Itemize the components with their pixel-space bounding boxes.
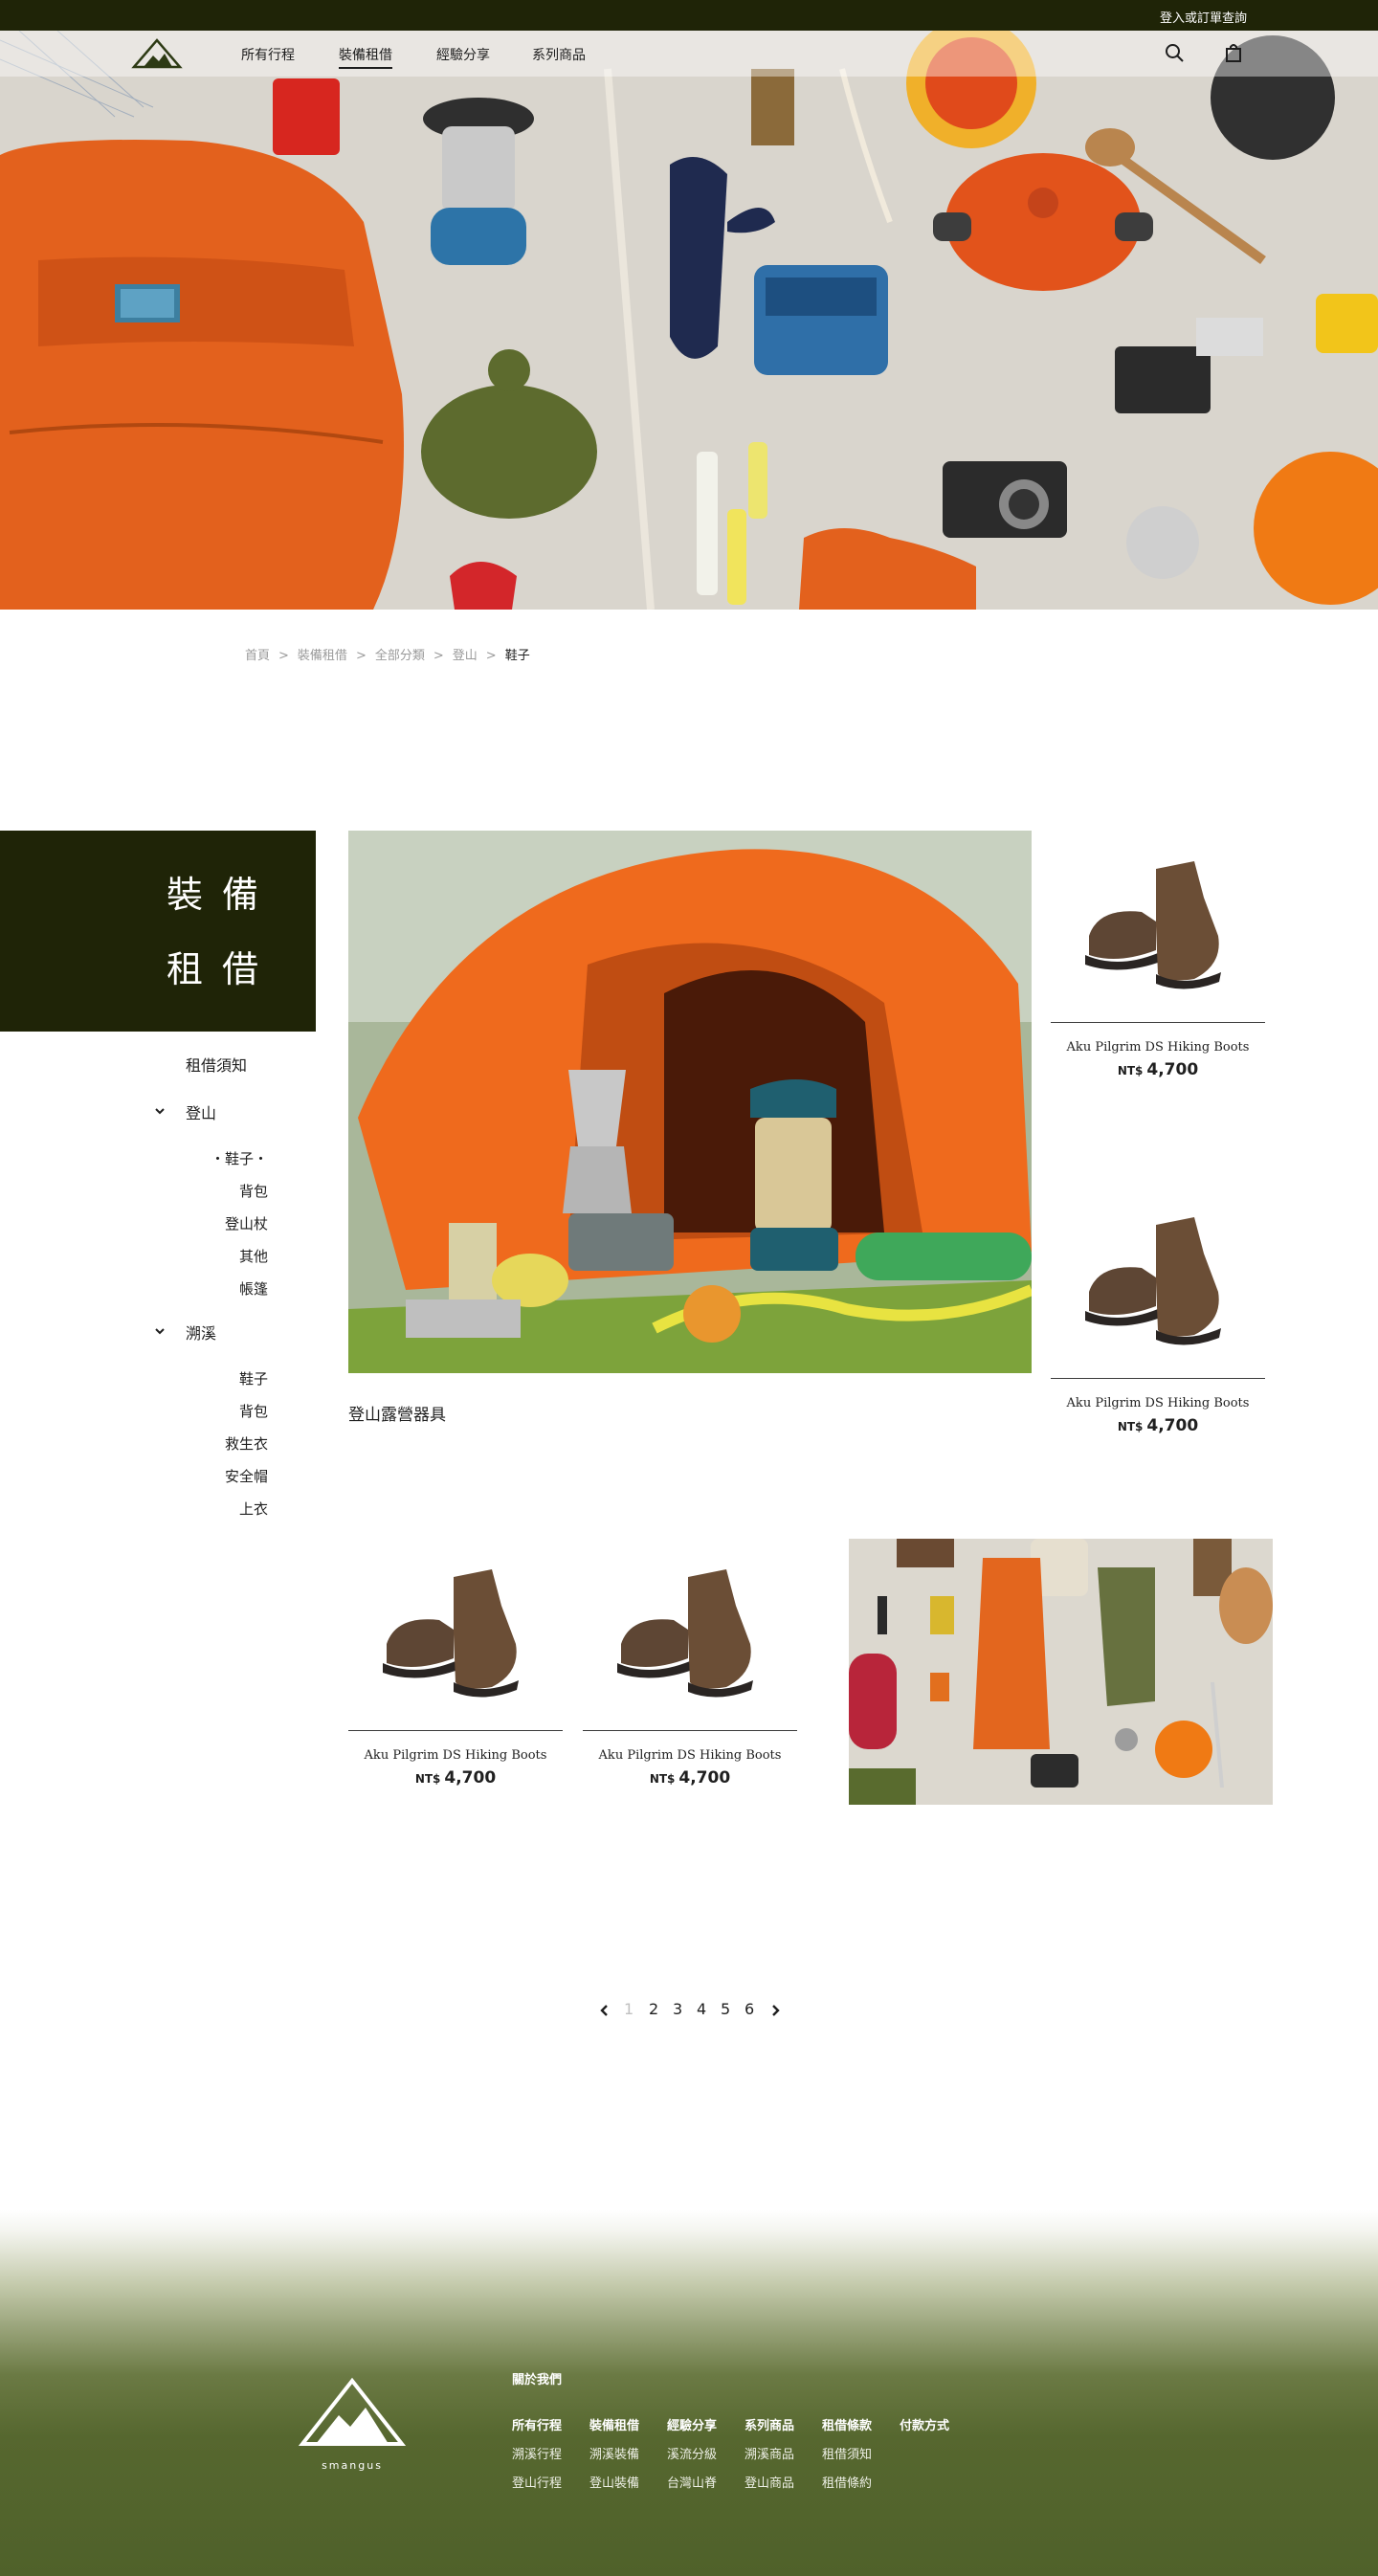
sidebar-item-hiking-backpack[interactable]: 背包 [153, 1181, 268, 1201]
site-footer: smangus 關於我們 所有行程 裝備租借 經驗分享 系列商品 租借條款 付款… [0, 2210, 1378, 2576]
login-order-link[interactable]: 登入或訂單查詢 [1160, 8, 1247, 26]
footer-col-merchandise[interactable]: 系列商品 [745, 2415, 794, 2433]
search-icon[interactable] [1164, 42, 1185, 63]
product-price: NT$ 4,700 [1117, 1416, 1199, 1435]
footer-col-payment[interactable]: 付款方式 [900, 2415, 949, 2433]
chevron-right-icon[interactable] [767, 2003, 783, 2018]
footer-link[interactable]: 溪流分級 [667, 2444, 717, 2462]
gear-flatlay-photo [849, 1539, 1273, 1805]
footer-link[interactable]: 溯溪行程 [512, 2444, 562, 2462]
sidebar-item-hiking-shoes[interactable]: ・鞋子・ [153, 1148, 268, 1168]
product-name[interactable]: Aku Pilgrim DS Hiking Boots [1051, 1396, 1265, 1410]
page-2[interactable]: 2 [649, 2000, 658, 2018]
page-3[interactable]: 3 [673, 2000, 682, 2018]
feature-label[interactable]: 登山露營器具 [348, 1401, 446, 1425]
sidebar-item-tent[interactable]: 帳篷 [153, 1278, 268, 1299]
product-image[interactable] [1051, 1187, 1265, 1378]
product-card[interactable]: Aku Pilgrim DS Hiking Boots NT$ 4,700 [1051, 831, 1265, 1079]
sidebar-item-river-shoes[interactable]: 鞋子 [153, 1368, 268, 1388]
sidebar-item-helmet[interactable]: 安全帽 [153, 1466, 268, 1486]
main-nav: 所有行程 裝備租借 經驗分享 系列商品 [0, 31, 1378, 77]
footer-link[interactable]: 租借條約 [822, 2473, 872, 2491]
footer-link[interactable]: 台灣山脊 [667, 2473, 717, 2491]
sidebar-group-hiking[interactable]: 登山 [186, 1100, 216, 1123]
footer-link[interactable]: 租借須知 [822, 2444, 872, 2462]
product-card[interactable]: Aku Pilgrim DS Hiking Boots NT$ 4,700 [583, 1539, 797, 1788]
hero-flatlay-image [0, 31, 1378, 610]
nav-all-trips[interactable]: 所有行程 [241, 45, 295, 64]
product-divider [583, 1730, 797, 1731]
product-card[interactable]: Aku Pilgrim DS Hiking Boots NT$ 4,700 [1051, 1187, 1265, 1435]
hero-banner [0, 31, 1378, 610]
gear-collage-image[interactable] [849, 1539, 1273, 1805]
product-image[interactable] [583, 1539, 797, 1730]
chevron-down-icon[interactable] [153, 1104, 167, 1118]
footer-brand: smangus [322, 2459, 383, 2472]
product-divider [1051, 1378, 1265, 1379]
breadcrumb-home[interactable]: 首頁 [245, 645, 270, 663]
footer-link[interactable]: 登山商品 [745, 2473, 794, 2491]
side-title-line2: 租借 [166, 948, 278, 990]
mountain-logo-icon [298, 2377, 407, 2446]
feature-camping-image[interactable] [348, 831, 1032, 1373]
footer-col-rental-terms[interactable]: 租借條款 [822, 2415, 872, 2433]
hiking-boots-image [1085, 861, 1221, 989]
breadcrumb-gear-rental[interactable]: 裝備租借 [298, 645, 347, 663]
sidebar-group-river-tracing[interactable]: 溯溪 [186, 1321, 216, 1344]
nav-experience[interactable]: 經驗分享 [436, 45, 490, 64]
chevron-left-icon[interactable] [597, 2003, 612, 2018]
footer-col-experience[interactable]: 經驗分享 [667, 2415, 717, 2433]
product-card[interactable]: Aku Pilgrim DS Hiking Boots NT$ 4,700 [348, 1539, 563, 1788]
footer-about-link[interactable]: 關於我們 [512, 2369, 562, 2387]
hiking-boots-image [1085, 1217, 1221, 1345]
side-title-block: 裝備 租借 [0, 831, 316, 1032]
product-price: NT$ 4,700 [414, 1768, 497, 1788]
page-4[interactable]: 4 [697, 2000, 706, 2018]
top-bar: 登入或訂單查詢 [0, 0, 1378, 31]
footer-link[interactable]: 登山行程 [512, 2473, 562, 2491]
product-divider [1051, 1022, 1265, 1023]
footer-link[interactable]: 溯溪商品 [745, 2444, 794, 2462]
product-divider [348, 1730, 563, 1731]
nav-merchandise[interactable]: 系列商品 [532, 45, 586, 64]
product-name[interactable]: Aku Pilgrim DS Hiking Boots [1051, 1040, 1265, 1055]
product-image[interactable] [348, 1539, 563, 1730]
sidebar-item-life-jacket[interactable]: 救生衣 [153, 1433, 268, 1454]
side-title-line1: 裝備 [166, 874, 278, 916]
sidebar-item-river-backpack[interactable]: 背包 [153, 1401, 268, 1421]
product-image[interactable] [1051, 831, 1265, 1022]
breadcrumb-all-categories[interactable]: 全部分類 [375, 645, 425, 663]
sidebar-item-top[interactable]: 上衣 [153, 1499, 268, 1519]
footer-col-gear-rental[interactable]: 裝備租借 [589, 2415, 639, 2433]
page-5[interactable]: 5 [721, 2000, 730, 2018]
breadcrumb-current: 鞋子 [504, 649, 530, 663]
product-price: NT$ 4,700 [649, 1768, 731, 1788]
hiking-boots-image [383, 1569, 519, 1698]
nav-gear-rental[interactable]: 裝備租借 [339, 45, 392, 69]
site-logo[interactable] [130, 34, 184, 73]
product-name[interactable]: Aku Pilgrim DS Hiking Boots [583, 1748, 797, 1763]
hiking-boots-image [617, 1569, 753, 1698]
chevron-down-icon[interactable] [153, 1324, 167, 1338]
footer-link[interactable]: 登山裝備 [589, 2473, 639, 2491]
breadcrumb-hiking[interactable]: 登山 [453, 645, 478, 663]
sidebar-item-trekking-poles[interactable]: 登山杖 [153, 1213, 268, 1233]
footer-logo[interactable]: smangus [298, 2373, 407, 2472]
footer-link[interactable]: 溯溪裝備 [589, 2444, 639, 2462]
product-price: NT$ 4,700 [1117, 1060, 1199, 1079]
shopping-bag-icon[interactable] [1223, 42, 1244, 63]
page-1[interactable]: 1 [624, 2000, 633, 2018]
footer-col-all-trips[interactable]: 所有行程 [512, 2415, 562, 2433]
camping-gear-photo [348, 831, 1032, 1373]
sidebar-item-hiking-other[interactable]: 其他 [153, 1246, 268, 1266]
breadcrumb: 首頁 > 裝備租借 > 全部分類 > 登山 > 鞋子 [245, 645, 530, 663]
rental-notice-link[interactable]: 租借須知 [186, 1053, 247, 1076]
page-6[interactable]: 6 [745, 2000, 754, 2018]
product-name[interactable]: Aku Pilgrim DS Hiking Boots [348, 1748, 563, 1763]
